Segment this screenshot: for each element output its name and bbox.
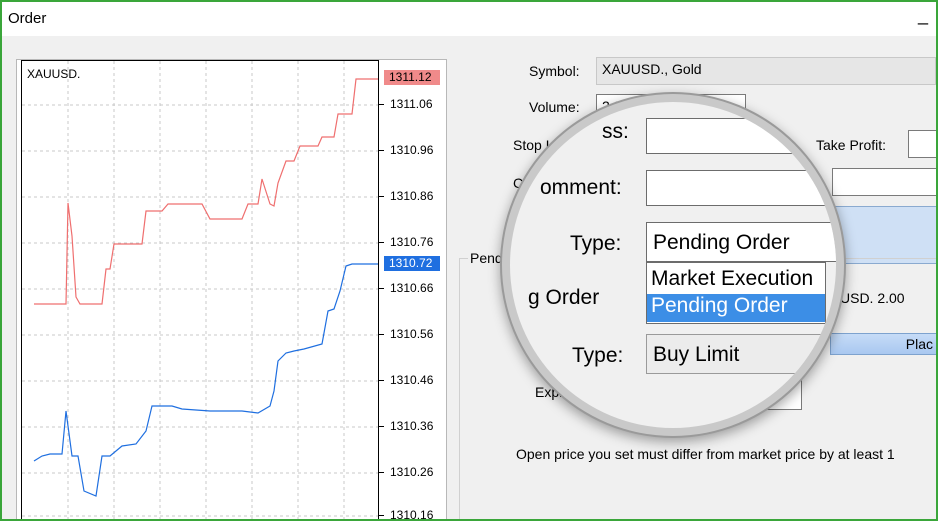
magnifier-lens: ss: omment: Type: Pending Order Market E… xyxy=(510,102,836,428)
mag-type-dropdown: Market Execution Pending Order xyxy=(646,262,826,324)
chart-plot-area: XAUUSD. xyxy=(21,60,379,519)
take-profit-field[interactable] xyxy=(908,130,936,158)
y-tick-mark xyxy=(379,515,384,516)
y-tick-label: 1310.46 xyxy=(390,373,434,387)
symbol-field[interactable]: XAUUSD., Gold xyxy=(596,57,936,85)
mag-order-type-select[interactable]: Buy Limit xyxy=(646,334,836,374)
mag-pending-heading: g Order xyxy=(528,286,600,309)
y-tick-label: 1310.66 xyxy=(390,281,434,295)
title-bar: Order _ xyxy=(2,2,936,36)
mag-stop-loss-field[interactable] xyxy=(646,118,836,154)
tick-chart: XAUUSD. 1311.06 1310.96 1310.86 1310.76 1310… xyxy=(16,59,447,521)
place-button[interactable]: Plac xyxy=(830,333,936,355)
price-distance-note: Open price you set must differ from mark… xyxy=(516,446,895,462)
pending-group-border-left xyxy=(459,258,460,519)
stop-loss-label: Stop Lo xyxy=(513,137,562,153)
y-tick-label: 1310.86 xyxy=(390,189,434,203)
option-market-execution[interactable]: Market Execution xyxy=(647,267,825,293)
y-tick-mark xyxy=(379,288,384,289)
order-window: Order _ XAUUSD. 1311.06 1310.96 1310.86 131… xyxy=(0,0,938,521)
mag-comment-field[interactable] xyxy=(646,170,836,206)
comment-field[interactable] xyxy=(832,168,936,196)
y-tick-label: 1310.26 xyxy=(390,465,434,479)
y-tick-label: 1310.76 xyxy=(390,235,434,249)
y-tick-mark xyxy=(379,426,384,427)
y-tick-mark xyxy=(379,196,384,197)
y-tick-mark xyxy=(379,104,384,105)
chart-svg xyxy=(22,61,378,519)
volume-label: Volume: xyxy=(529,99,580,115)
ask-price-tag: 1311.12 xyxy=(384,70,440,85)
y-tick-mark xyxy=(379,472,384,473)
y-tick-label: 1310.56 xyxy=(390,327,434,341)
y-tick-label: 1311.06 xyxy=(390,97,433,111)
y-tick-mark xyxy=(379,242,384,243)
mag-comment-label: omment: xyxy=(540,176,622,199)
y-tick-label: 1310.96 xyxy=(390,143,434,157)
mag-order-type-label: Type: xyxy=(572,344,624,367)
y-tick-label: 1310.16 xyxy=(390,508,434,521)
mag-type-label: Type: xyxy=(570,232,622,255)
option-pending-order[interactable]: Pending Order xyxy=(647,294,825,322)
y-tick-mark xyxy=(379,150,384,151)
bid-price-tag: 1310.72 xyxy=(384,256,440,271)
expiry-label: Expi xyxy=(535,384,563,400)
mag-type-select[interactable]: Pending Order xyxy=(646,222,836,262)
y-tick-mark xyxy=(379,334,384,335)
symbol-label: Symbol: xyxy=(529,63,580,79)
y-tick-mark xyxy=(379,380,384,381)
usd-amount: USD. 2.00 xyxy=(840,290,905,306)
y-tick-label: 1310.36 xyxy=(390,419,434,433)
type-select-right[interactable] xyxy=(832,206,936,264)
mag-stop-loss-label: ss: xyxy=(602,120,629,143)
minimize-icon[interactable]: _ xyxy=(918,6,928,24)
pending-group-label: Pendi xyxy=(468,250,508,266)
window-title: Order xyxy=(8,10,47,27)
ask-price-line xyxy=(34,78,378,305)
